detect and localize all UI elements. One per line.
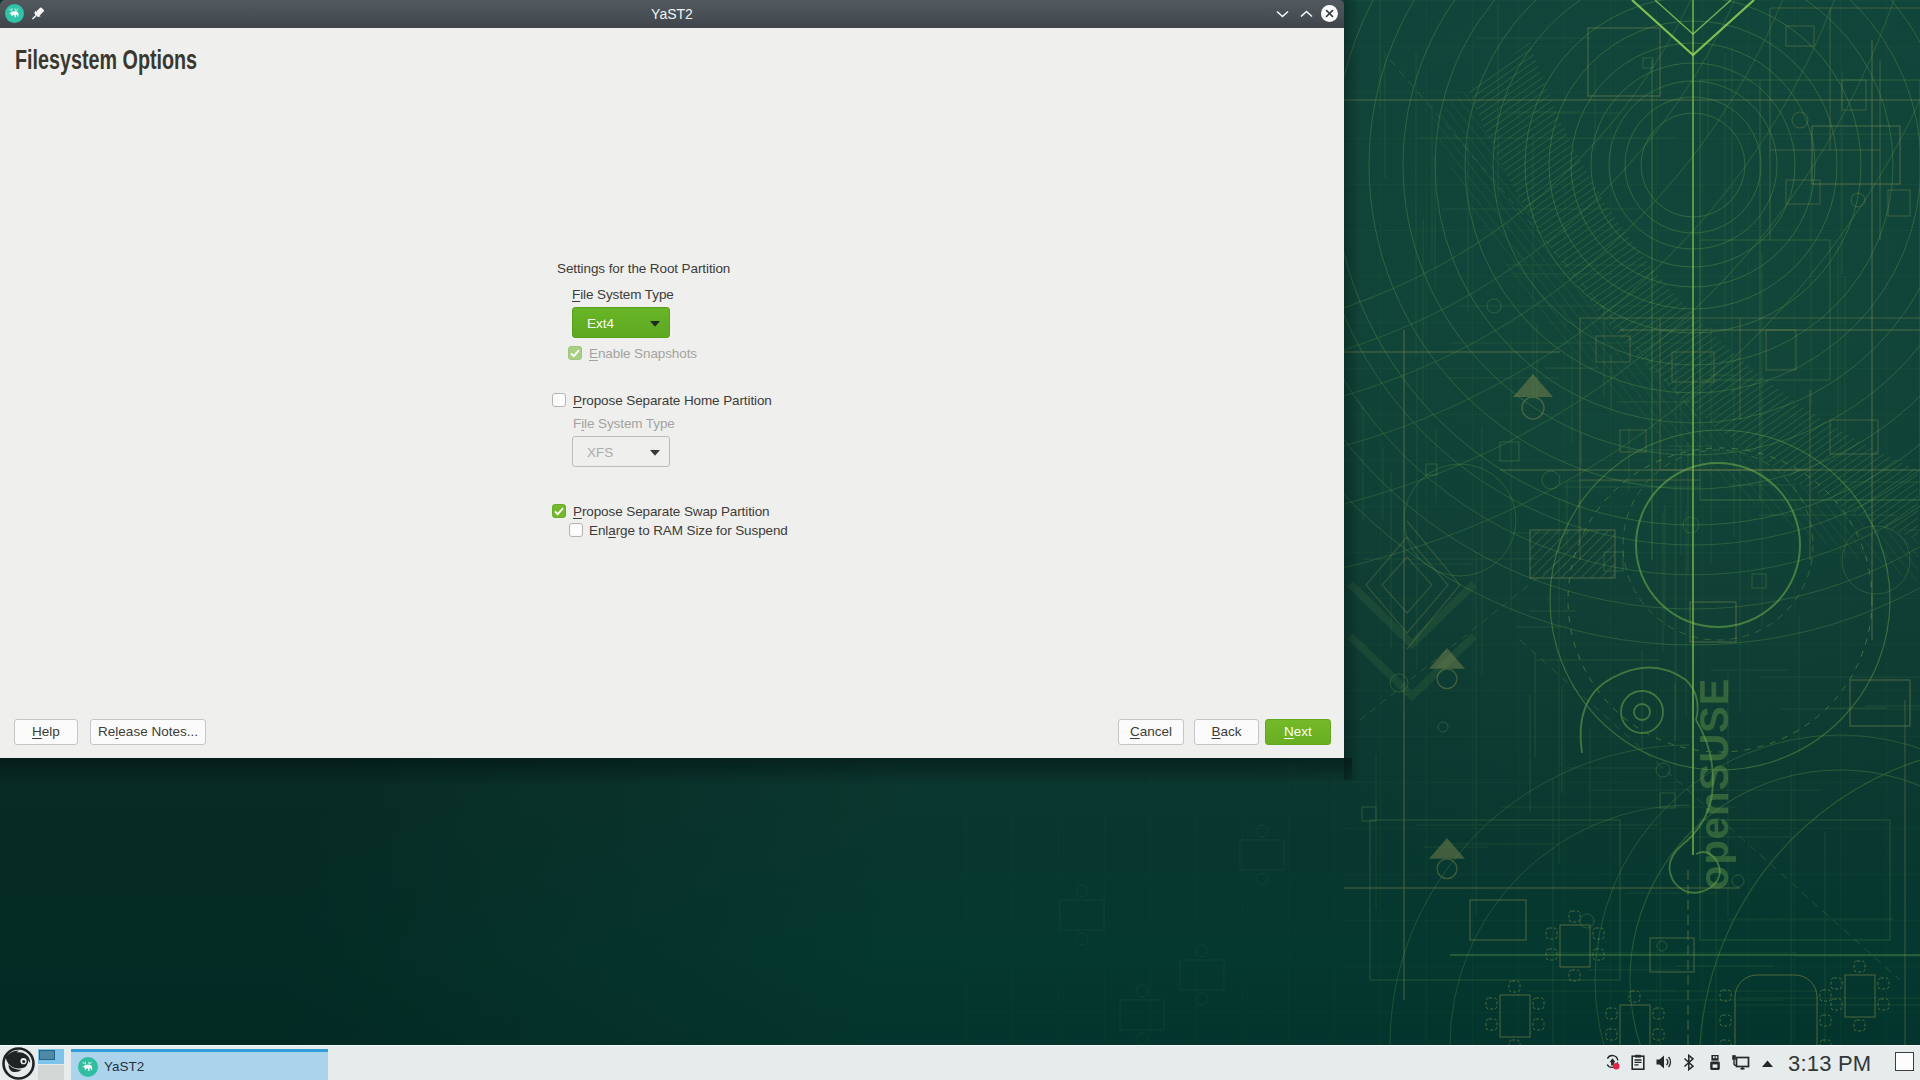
svg-text:openSUSE: openSUSE [1692, 678, 1736, 890]
